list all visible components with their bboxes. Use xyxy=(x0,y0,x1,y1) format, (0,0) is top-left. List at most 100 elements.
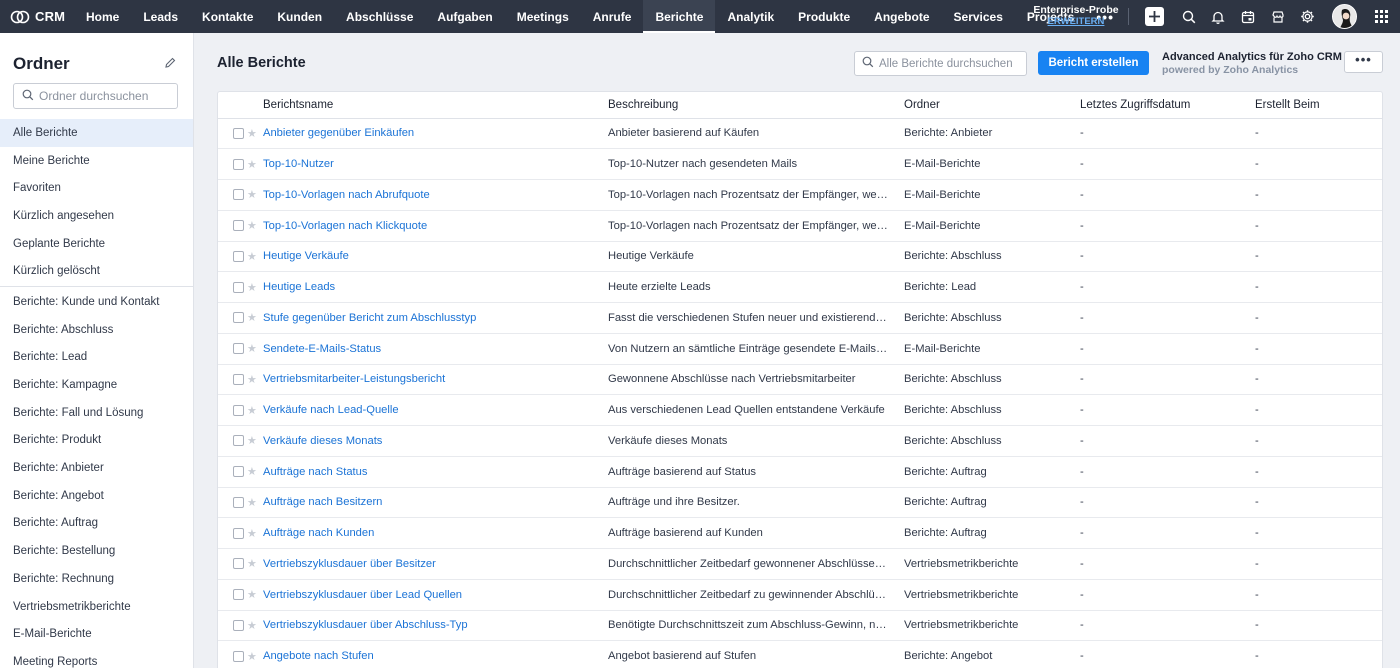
table-row[interactable]: ★ Verkäufe dieses Monats Verkäufe dieses M… xyxy=(218,425,1382,457)
row-checkbox[interactable] xyxy=(233,466,244,478)
nav-item-anrufe[interactable]: Anrufe xyxy=(581,0,644,33)
row-checkbox[interactable] xyxy=(233,589,244,601)
table-row[interactable]: ★ Top-10-Vorlagen nach Abrufquote Top-10-V… xyxy=(218,179,1382,211)
nav-item-berichte[interactable]: Berichte xyxy=(643,0,716,33)
column-header-description[interactable]: Beschreibung xyxy=(608,92,904,119)
star-icon[interactable]: ★ xyxy=(247,311,257,324)
row-checkbox[interactable] xyxy=(233,343,244,355)
report-link[interactable]: Sendete-E-Mails-Status xyxy=(263,343,381,355)
star-icon[interactable]: ★ xyxy=(247,219,257,232)
sidebar-item[interactable]: Berichte: Abschluss xyxy=(0,316,193,344)
star-icon[interactable]: ★ xyxy=(247,465,257,478)
table-row[interactable]: ★ Verkäufe nach Lead-Quelle Aus verschiede… xyxy=(218,394,1382,426)
folder-search-input[interactable] xyxy=(39,89,169,103)
star-icon[interactable]: ★ xyxy=(247,434,257,447)
nav-item-abschlüsse[interactable]: Abschlüsse xyxy=(334,0,425,33)
sidebar-item[interactable]: Geplante Berichte xyxy=(0,230,193,258)
row-checkbox[interactable] xyxy=(233,220,244,232)
star-icon[interactable]: ★ xyxy=(247,281,257,294)
row-checkbox[interactable] xyxy=(233,127,244,139)
row-checkbox[interactable] xyxy=(233,527,244,539)
row-checkbox[interactable] xyxy=(233,650,244,662)
table-row[interactable]: ★ Top-10-Nutzer Top-10-Nutzer nach gesende… xyxy=(218,148,1382,180)
nav-item-analytik[interactable]: Analytik xyxy=(715,0,786,33)
star-icon[interactable]: ★ xyxy=(247,619,257,632)
sidebar-item[interactable]: Berichte: Anbieter xyxy=(0,454,193,482)
table-row[interactable]: ★ Angebote nach Stufen Angebot basierend a… xyxy=(218,640,1382,668)
marketplace-icon[interactable] xyxy=(1268,7,1287,26)
nav-item-meetings[interactable]: Meetings xyxy=(505,0,581,33)
table-row[interactable]: ★ Aufträge nach Status Aufträge basierend … xyxy=(218,456,1382,488)
column-header-last-accessed[interactable]: Letztes Zugriffsdatum xyxy=(1080,92,1255,119)
report-link[interactable]: Aufträge nach Besitzern xyxy=(263,496,382,508)
reports-search-input[interactable] xyxy=(879,57,1019,70)
row-checkbox[interactable] xyxy=(233,619,244,631)
star-icon[interactable]: ★ xyxy=(247,250,257,263)
sidebar-item[interactable]: Alle Berichte xyxy=(0,119,193,147)
sidebar-item[interactable]: Berichte: Auftrag xyxy=(0,510,193,538)
apps-grid-icon[interactable] xyxy=(1372,7,1391,26)
report-link[interactable]: Vertriebszyklusdauer über Lead Quellen xyxy=(263,589,462,601)
create-report-button[interactable]: Bericht erstellen xyxy=(1038,51,1149,75)
table-row[interactable]: ★ Aufträge nach Kunden Aufträge basierend … xyxy=(218,517,1382,549)
sidebar-item[interactable]: Vertriebsmetrikberichte xyxy=(0,593,193,621)
sidebar-item[interactable]: Berichte: Rechnung xyxy=(0,565,193,593)
report-link[interactable]: Aufträge nach Kunden xyxy=(263,527,374,539)
column-header-created[interactable]: Erstellt Beim xyxy=(1255,92,1382,119)
table-row[interactable]: ★ Vertriebszyklusdauer über Abschluss-Typ… xyxy=(218,610,1382,642)
star-icon[interactable]: ★ xyxy=(247,188,257,201)
row-checkbox[interactable] xyxy=(233,404,244,416)
nav-item-angebote[interactable]: Angebote xyxy=(862,0,941,33)
star-icon[interactable]: ★ xyxy=(247,650,257,663)
edit-folders-icon[interactable] xyxy=(164,57,176,72)
star-icon[interactable]: ★ xyxy=(247,527,257,540)
star-icon[interactable]: ★ xyxy=(247,404,257,417)
row-checkbox[interactable] xyxy=(233,158,244,170)
report-link[interactable]: Top-10-Vorlagen nach Abrufquote xyxy=(263,189,430,201)
sidebar-item[interactable]: Meeting Reports xyxy=(0,648,193,668)
sidebar-item[interactable]: Berichte: Fall und Lösung xyxy=(0,399,193,427)
report-link[interactable]: Stufe gegenüber Bericht zum Abschlusstyp xyxy=(263,312,476,324)
avatar[interactable] xyxy=(1332,4,1357,29)
sidebar-item[interactable]: Berichte: Angebot xyxy=(0,482,193,510)
star-icon[interactable]: ★ xyxy=(247,588,257,601)
star-icon[interactable]: ★ xyxy=(247,496,257,509)
report-link[interactable]: Aufträge nach Status xyxy=(263,466,367,478)
upgrade-link[interactable]: ERWEITERN xyxy=(1030,16,1122,28)
sidebar-item[interactable]: Berichte: Bestellung xyxy=(0,537,193,565)
report-link[interactable]: Heutige Verkäufe xyxy=(263,250,349,262)
more-options-button[interactable]: ••• xyxy=(1344,51,1383,73)
star-icon[interactable]: ★ xyxy=(247,557,257,570)
nav-item-aufgaben[interactable]: Aufgaben xyxy=(425,0,504,33)
report-link[interactable]: Verkäufe dieses Monats xyxy=(263,435,382,447)
row-checkbox[interactable] xyxy=(233,435,244,447)
table-row[interactable]: ★ Vertriebsmitarbeiter-Leistungsbericht Ge… xyxy=(218,364,1382,396)
sidebar-item[interactable]: Kürzlich gelöscht xyxy=(0,257,193,285)
sidebar-item[interactable]: Berichte: Kunde und Kontakt xyxy=(0,288,193,316)
table-row[interactable]: ★ Top-10-Vorlagen nach Klickquote Top-10-V… xyxy=(218,210,1382,242)
sidebar-item[interactable]: Berichte: Lead xyxy=(0,344,193,372)
nav-item-produkte[interactable]: Produkte xyxy=(786,0,862,33)
plus-icon[interactable] xyxy=(1145,7,1164,26)
sidebar-item[interactable]: Kürzlich angesehen xyxy=(0,202,193,230)
table-row[interactable]: ★ Vertriebszyklusdauer über Besitzer Durch… xyxy=(218,548,1382,580)
report-link[interactable]: Angebote nach Stufen xyxy=(263,650,374,662)
star-icon[interactable]: ★ xyxy=(247,158,257,171)
row-checkbox[interactable] xyxy=(233,312,244,324)
row-checkbox[interactable] xyxy=(233,373,244,385)
report-link[interactable]: Vertriebsmitarbeiter-Leistungsbericht xyxy=(263,373,445,385)
column-header-name[interactable]: Berichtsname xyxy=(263,92,608,119)
advanced-analytics-link[interactable]: Advanced Analytics für Zoho CRM powered … xyxy=(1162,51,1342,77)
report-link[interactable]: Top-10-Vorlagen nach Klickquote xyxy=(263,220,427,232)
report-link[interactable]: Anbieter gegenüber Einkäufen xyxy=(263,127,414,139)
star-icon[interactable]: ★ xyxy=(247,342,257,355)
report-link[interactable]: Vertriebszyklusdauer über Abschluss-Typ xyxy=(263,619,468,631)
table-row[interactable]: ★ Heutige Leads Heute erzielte Leads Berich… xyxy=(218,271,1382,303)
nav-item-services[interactable]: Services xyxy=(942,0,1015,33)
report-link[interactable]: Verkäufe nach Lead-Quelle xyxy=(263,404,399,416)
row-checkbox[interactable] xyxy=(233,250,244,262)
bell-icon[interactable] xyxy=(1208,7,1227,26)
row-checkbox[interactable] xyxy=(233,496,244,508)
table-row[interactable]: ★ Aufträge nach Besitzern Aufträge und ihr… xyxy=(218,487,1382,519)
sidebar-item[interactable]: Berichte: Kampagne xyxy=(0,371,193,399)
